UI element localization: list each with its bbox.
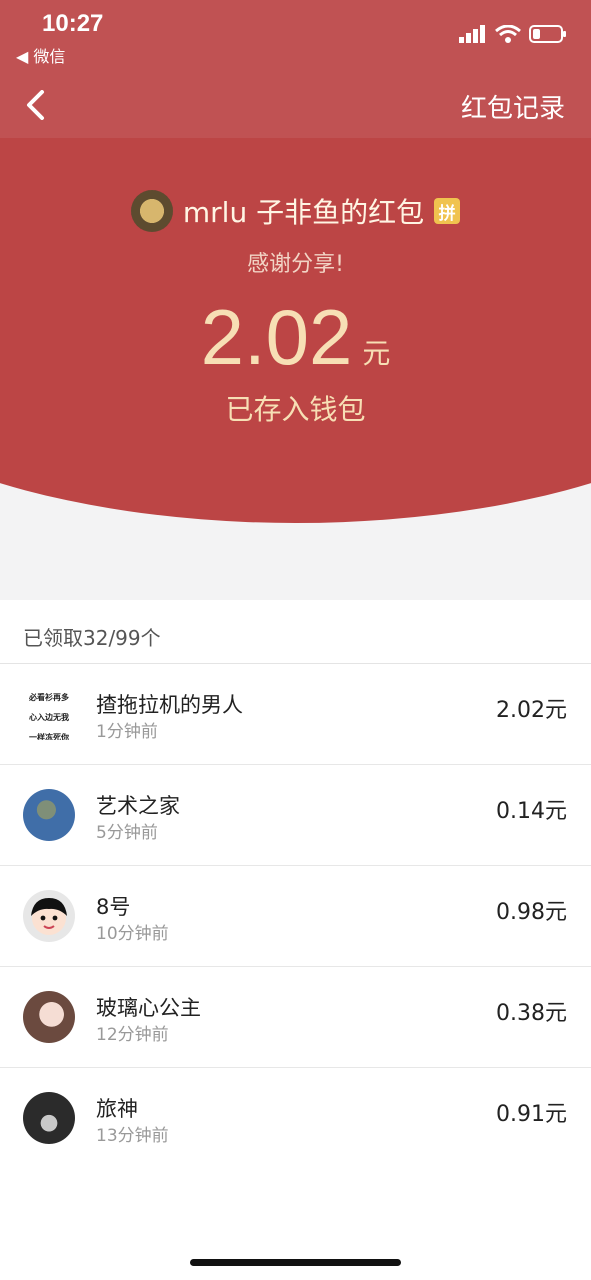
- wifi-icon: [495, 25, 521, 43]
- recipient-name: 揸拖拉机的男人: [96, 693, 243, 717]
- sender-avatar: [130, 190, 173, 232]
- claimed-count-header: 已领取32/99个: [0, 602, 591, 664]
- status-bar: 10:27 ◀ 微信: [0, 0, 591, 70]
- home-indicator[interactable]: [190, 1259, 401, 1266]
- chevron-left-icon[interactable]: [22, 90, 48, 120]
- list-item[interactable]: 8号 10分钟前 0.98元: [0, 866, 591, 967]
- claim-time: 10分钟前: [96, 924, 169, 944]
- claim-time: 5分钟前: [96, 823, 158, 843]
- sender-title: mrlu 子非鱼的红包: [182, 196, 425, 229]
- claim-time: 1分钟前: [96, 722, 158, 742]
- avatar: [23, 991, 75, 1043]
- claim-time: 12分钟前: [96, 1025, 169, 1045]
- avatar: [23, 789, 75, 841]
- claim-amount: 0.38元: [496, 1001, 567, 1026]
- recipient-name: 旅神: [96, 1097, 138, 1121]
- status-time: 10:27: [42, 10, 104, 37]
- cartoon-face-icon: [31, 898, 67, 935]
- claim-amount: 0.14元: [496, 799, 567, 824]
- claim-amount: 2.02元: [496, 698, 567, 723]
- signal-icon: [459, 25, 485, 43]
- back-to-wechat-link[interactable]: ◀ 微信: [16, 43, 65, 67]
- avatar-caption-line: 一样冻死你: [29, 733, 69, 740]
- claim-time: 13分钟前: [96, 1126, 169, 1144]
- recipient-name: 艺术之家: [96, 794, 180, 818]
- list-item[interactable]: 必看衫再多 心入边无我 一样冻死你 揸拖拉机的男人 1分钟前 2.02元: [0, 664, 591, 765]
- list-item[interactable]: 玻璃心公主 12分钟前 0.38元: [0, 967, 591, 1068]
- sender-row: mrlu 子非鱼的红包 拼: [0, 190, 591, 232]
- pin-badge: 拼: [434, 198, 461, 224]
- recipient-list: 必看衫再多 心入边无我 一样冻死你 揸拖拉机的男人 1分钟前 2.02元 艺术之…: [0, 664, 591, 1144]
- red-packet-header: mrlu 子非鱼的红包 拼 感谢分享! 2.02 元 已存入钱包: [0, 138, 591, 600]
- claim-amount: 0.91元: [496, 1102, 567, 1127]
- deposit-status[interactable]: 已存入钱包: [0, 388, 591, 428]
- avatar-caption-line: 必看衫再多: [29, 693, 69, 702]
- claimed-count: 已领取32/99个: [23, 626, 161, 650]
- claim-amount: 0.98元: [496, 900, 567, 925]
- avatar: 必看衫再多 心入边无我 一样冻死你: [23, 688, 75, 740]
- red-packet-records-link[interactable]: 红包记录: [461, 88, 565, 125]
- list-item[interactable]: 旅神 13分钟前 0.91元: [0, 1068, 591, 1144]
- received-amount: 2.02: [200, 293, 353, 381]
- greeting-message: 感谢分享!: [247, 252, 344, 277]
- recipient-name: 8号: [96, 895, 131, 919]
- avatar: [23, 1092, 75, 1144]
- recipient-name: 玻璃心公主: [96, 996, 201, 1020]
- amount-row: 2.02 元: [0, 298, 591, 376]
- list-item[interactable]: 艺术之家 5分钟前 0.14元: [0, 765, 591, 866]
- avatar: [23, 890, 75, 942]
- avatar-caption-line: 心入边无我: [29, 713, 69, 722]
- battery-icon: [529, 25, 566, 43]
- amount-unit: 元: [362, 337, 391, 370]
- nav-bar: 红包记录: [0, 70, 591, 138]
- status-icons: [459, 24, 567, 44]
